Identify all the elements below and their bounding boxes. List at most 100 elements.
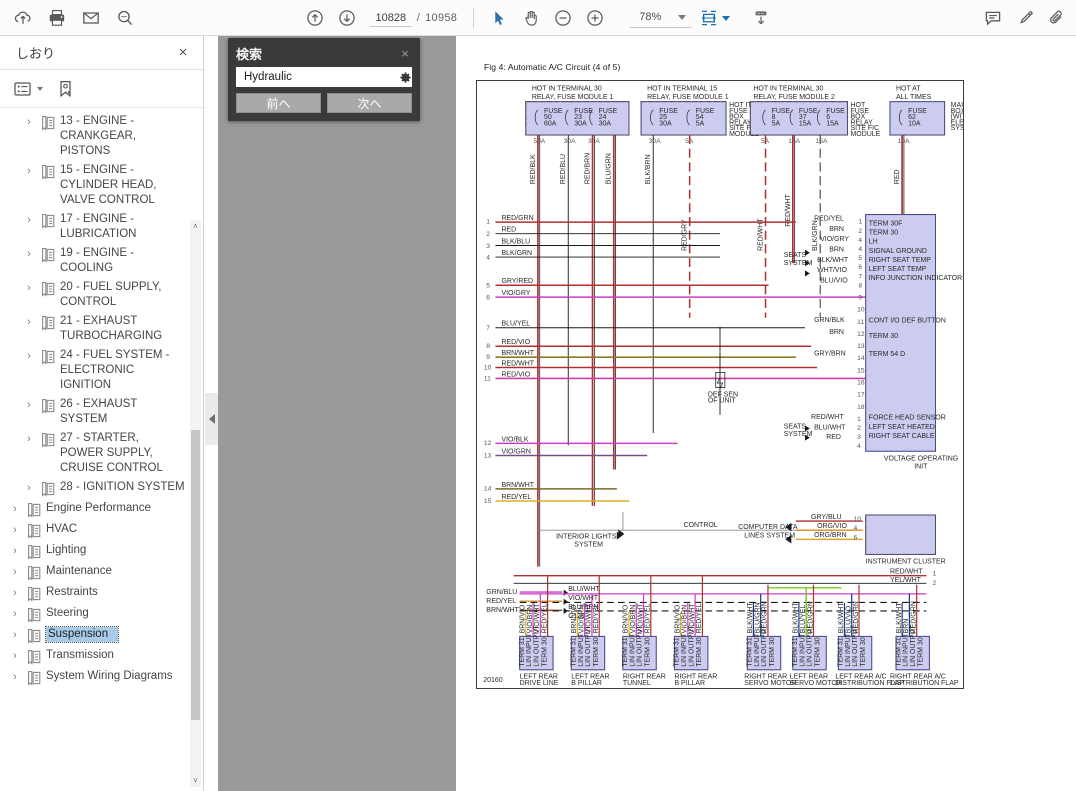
chevron-right-icon[interactable]: › xyxy=(8,627,22,643)
bookmark-item[interactable]: ›17 - ENGINE - LUBRICATION xyxy=(0,210,189,244)
bookmark-item-label: 21 - EXHAUST TURBOCHARGING xyxy=(60,314,189,344)
chevron-right-icon[interactable]: › xyxy=(8,543,22,559)
chevron-right-icon[interactable]: › xyxy=(8,585,22,601)
document-viewer[interactable]: Fig 4: Automatic A/C Circuit (4 of 5) HO… xyxy=(218,36,1076,791)
chevron-right-icon[interactable]: › xyxy=(22,397,36,413)
bookmark-item[interactable]: ›HVAC xyxy=(0,520,189,541)
page-number-input[interactable] xyxy=(370,10,412,27)
svg-text:CONT I/O DEF BUTTON: CONT I/O DEF BUTTON xyxy=(869,318,946,325)
svg-text:SEATS: SEATS xyxy=(784,424,807,431)
attach-icon[interactable] xyxy=(1042,4,1072,32)
svg-text:GRN/BLK: GRN/BLK xyxy=(814,317,845,324)
search-next-button[interactable]: 次へ xyxy=(327,93,412,113)
chevron-right-icon[interactable]: › xyxy=(8,564,22,580)
chevron-right-icon[interactable]: › xyxy=(8,522,22,538)
svg-text:LEFT SEAT TEMP: LEFT SEAT TEMP xyxy=(869,266,927,273)
gear-icon[interactable] xyxy=(400,72,411,83)
svg-text:TERM 30F: TERM 30F xyxy=(869,220,903,227)
svg-text:BLK/WHT: BLK/WHT xyxy=(896,602,903,634)
bookmark-item[interactable]: ›Restraints xyxy=(0,583,189,604)
chevron-right-icon[interactable]: › xyxy=(22,314,36,330)
svg-text:BLU/WHT: BLU/WHT xyxy=(568,586,600,593)
bookmark-item-label: System Wiring Diagrams xyxy=(46,669,177,684)
select-tool-icon[interactable] xyxy=(484,4,514,32)
chevron-right-icon[interactable]: › xyxy=(22,431,36,447)
svg-text:10: 10 xyxy=(484,364,492,371)
bookmark-item[interactable]: ›24 - FUEL SYSTEM - ELECTRONIC IGNITION xyxy=(0,346,189,395)
svg-text:1: 1 xyxy=(486,219,490,226)
bookmark-item[interactable]: ›Maintenance xyxy=(0,562,189,583)
search-prev-button[interactable]: 前へ xyxy=(236,93,321,113)
bookmark-icon xyxy=(26,649,42,665)
chevron-down-icon[interactable] xyxy=(678,15,686,20)
svg-text:SYSTEM: SYSTEM xyxy=(574,542,603,549)
zoom-level-control[interactable] xyxy=(630,8,692,28)
bookmark-item-label: 26 - EXHAUST SYSTEM xyxy=(60,397,189,427)
bookmark-icon xyxy=(40,281,56,297)
bookmark-item[interactable]: ›20 - FUEL SUPPLY, CONTROL xyxy=(0,278,189,312)
bookmark-item[interactable]: ›28 - IGNITION SYSTEM xyxy=(0,478,189,499)
svg-text:RED/GRN: RED/GRN xyxy=(501,215,533,222)
highlight-icon[interactable] xyxy=(1010,4,1040,32)
bookmark-item[interactable]: › 26 - EXHAUST SYSTEM xyxy=(0,395,189,429)
sidebar-scrollbar[interactable]: ˄ ˅ xyxy=(190,220,201,787)
svg-text:8: 8 xyxy=(486,343,490,350)
svg-text:GRN/BLU: GRN/BLU xyxy=(486,589,517,596)
download-icon[interactable] xyxy=(746,4,776,32)
search-input[interactable] xyxy=(242,70,400,84)
chevron-right-icon[interactable]: › xyxy=(8,501,22,517)
bookmark-item[interactable]: › 21 - EXHAUST TURBOCHARGING xyxy=(0,312,189,346)
hand-tool-icon[interactable] xyxy=(516,4,546,32)
bookmark-item-label: 13 - ENGINE - CRANKGEAR, PISTONS xyxy=(60,114,189,159)
bookmark-item[interactable]: › System Wiring Diagrams xyxy=(0,667,189,688)
svg-text:10: 10 xyxy=(854,516,862,523)
bookmark-item[interactable]: ›27 - STARTER, POWER SUPPLY, CRUISE CONT… xyxy=(0,429,189,478)
comment-icon[interactable] xyxy=(978,4,1008,32)
chevron-right-icon[interactable]: › xyxy=(22,480,36,496)
scroll-down-icon[interactable]: ˅ xyxy=(190,774,201,787)
bookmark-icon xyxy=(40,432,56,448)
bookmarks-tree[interactable]: › 13 - ENGINE - CRANKGEAR, PISTONS›15 - E… xyxy=(0,108,203,791)
bookmarks-sidebar: しおり × ›13 - ENGINE - CRANKGEA xyxy=(0,36,204,791)
bookmark-add-icon[interactable] xyxy=(57,80,75,98)
chevron-right-icon[interactable]: › xyxy=(22,212,36,228)
zoom-out-button[interactable] xyxy=(548,4,578,32)
bookmark-item[interactable]: ›Transmission xyxy=(0,646,189,667)
chevron-right-icon[interactable]: › xyxy=(8,669,22,685)
page-down-button[interactable] xyxy=(332,4,362,32)
scrollbar-thumb[interactable] xyxy=(191,430,200,720)
chevron-down-icon[interactable] xyxy=(37,87,43,91)
bookmark-item[interactable]: ›Suspension xyxy=(0,625,189,646)
chevron-right-icon[interactable]: › xyxy=(22,114,36,130)
sidebar-collapse-handle[interactable] xyxy=(205,393,218,445)
chevron-right-icon[interactable]: › xyxy=(8,606,22,622)
bookmark-item[interactable]: ›15 - ENGINE - CYLINDER HEAD, VALVE CONT… xyxy=(0,161,189,210)
page-up-button[interactable] xyxy=(300,4,330,32)
chevron-right-icon[interactable]: › xyxy=(22,246,36,262)
svg-text:30A: 30A xyxy=(649,138,661,145)
zoom-level-input[interactable] xyxy=(632,10,668,24)
scroll-up-icon[interactable]: ˄ xyxy=(190,220,201,233)
chevron-right-icon[interactable]: › xyxy=(22,280,36,296)
zoom-in-button[interactable] xyxy=(580,4,610,32)
svg-text:RED/VIO: RED/VIO xyxy=(501,371,530,378)
bookmark-item[interactable]: ›Lighting xyxy=(0,541,189,562)
svg-text:OF UNIT: OF UNIT xyxy=(708,398,737,405)
search-popup[interactable]: 検索 × 前へ 次へ xyxy=(228,38,420,121)
bookmark-item[interactable]: ›19 - ENGINE - COOLING xyxy=(0,244,189,278)
list-options-icon[interactable] xyxy=(14,81,43,97)
chevron-right-icon[interactable]: › xyxy=(22,163,36,179)
svg-text:9: 9 xyxy=(486,354,490,361)
bookmark-item[interactable]: ›Steering xyxy=(0,604,189,625)
chevron-right-icon[interactable]: › xyxy=(22,348,36,364)
close-icon[interactable]: × xyxy=(398,46,412,61)
svg-text:RED/YEL: RED/YEL xyxy=(814,216,844,223)
close-icon[interactable]: × xyxy=(173,43,193,63)
fit-page-chevron-icon[interactable] xyxy=(722,16,730,21)
chevron-right-icon[interactable]: › xyxy=(8,648,22,664)
fit-page-icon[interactable] xyxy=(694,4,724,32)
search-input-wrapper[interactable] xyxy=(236,67,412,87)
bookmark-item[interactable]: › 13 - ENGINE - CRANKGEAR, PISTONS xyxy=(0,112,189,161)
bookmark-item[interactable]: ›Engine Performance xyxy=(0,499,189,520)
svg-text:VIO/BRN: VIO/BRN xyxy=(682,605,689,634)
